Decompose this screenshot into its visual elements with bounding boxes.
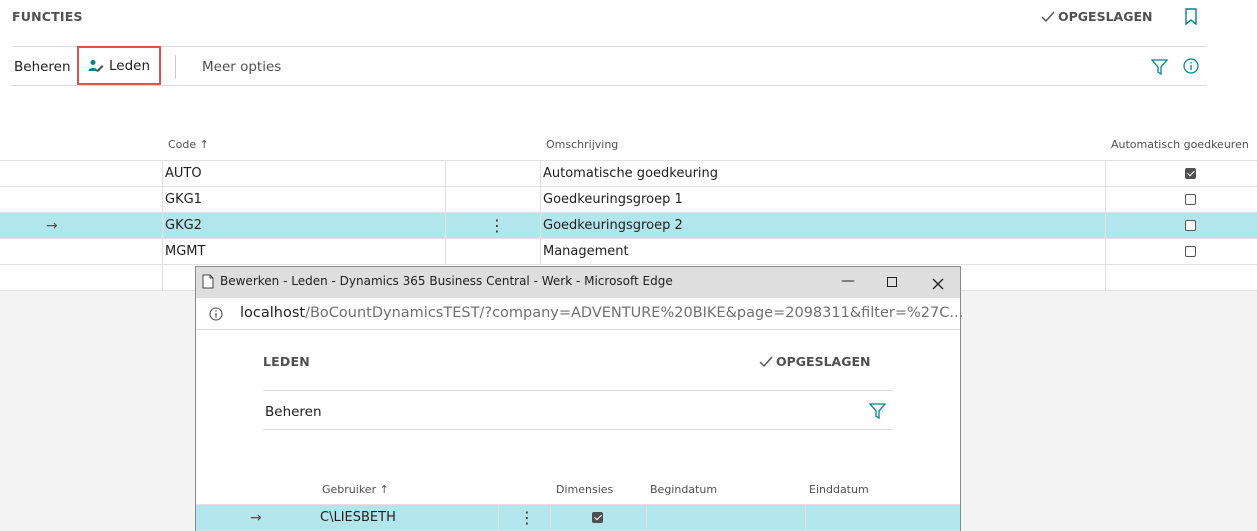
description-cell[interactable]: Management bbox=[543, 239, 629, 265]
table-row[interactable]: AUTO Automatische goedkeuring bbox=[0, 161, 1257, 187]
people-edit-icon bbox=[88, 59, 104, 72]
sort-ascending-icon: ↑ bbox=[199, 138, 209, 151]
column-header-start-date[interactable]: Begindatum bbox=[650, 483, 717, 496]
filter-icon[interactable] bbox=[1150, 59, 1169, 79]
auto-approve-checkbox[interactable] bbox=[1185, 220, 1196, 231]
description-cell[interactable]: Automatische goedkeuring bbox=[543, 161, 718, 187]
code-cell[interactable]: AUTO bbox=[165, 161, 202, 187]
user-cell[interactable]: C\LIESBETH bbox=[320, 505, 396, 531]
divider bbox=[263, 429, 893, 430]
check-icon bbox=[759, 356, 773, 367]
description-cell[interactable]: Goedkeuringsgroep 1 bbox=[543, 187, 683, 213]
maximize-icon[interactable] bbox=[887, 277, 897, 287]
edit-members-window: Bewerken - Leden - Dynamics 365 Business… bbox=[195, 266, 963, 531]
saved-status-label: OPGESLAGEN bbox=[1058, 9, 1153, 24]
auto-approve-checkbox[interactable] bbox=[1185, 194, 1196, 205]
popup-page-title: LEDEN bbox=[263, 354, 310, 369]
code-cell[interactable]: GKG2 bbox=[165, 213, 202, 239]
column-header-end-date[interactable]: Einddatum bbox=[809, 483, 869, 496]
auto-approve-checkbox[interactable] bbox=[1185, 246, 1196, 257]
url-text[interactable]: localhost/BoCountDynamicsTEST/?company=A… bbox=[240, 305, 963, 321]
table-row[interactable]: MGMT Management bbox=[0, 239, 1257, 265]
members-action-button[interactable]: Leden bbox=[77, 46, 161, 85]
column-header-code[interactable]: Code ↑ bbox=[168, 138, 209, 151]
column-header-user[interactable]: Gebruiker ↑ bbox=[322, 483, 389, 496]
popup-saved-status: OPGESLAGEN bbox=[759, 354, 871, 369]
action-separator bbox=[175, 55, 176, 79]
url-path: /BoCountDynamicsTEST/?company=ADVENTURE%… bbox=[305, 305, 964, 321]
table-row[interactable]: GKG1 Goedkeuringsgroep 1 bbox=[0, 187, 1257, 213]
row-menu-icon[interactable]: ⋮ bbox=[489, 213, 505, 239]
current-row-arrow-icon: → bbox=[46, 218, 58, 234]
manage-action[interactable]: Beheren bbox=[14, 59, 71, 75]
column-header-description[interactable]: Omschrijving bbox=[546, 138, 618, 151]
more-options-action[interactable]: Meer opties bbox=[202, 59, 281, 75]
members-action-label: Leden bbox=[108, 57, 151, 74]
auto-approve-checkbox[interactable] bbox=[1185, 168, 1196, 179]
table-row-selected[interactable]: → GKG2 ⋮ Goedkeuringsgroep 2 bbox=[0, 213, 1257, 239]
sort-ascending-icon: ↑ bbox=[379, 483, 389, 496]
code-cell[interactable]: MGMT bbox=[165, 239, 205, 265]
divider bbox=[12, 85, 1207, 86]
description-cell[interactable]: Goedkeuringsgroep 2 bbox=[543, 213, 683, 239]
row-menu-icon[interactable]: ⋮ bbox=[519, 505, 535, 531]
popup-filter-icon[interactable] bbox=[868, 403, 887, 423]
close-icon[interactable] bbox=[932, 275, 944, 294]
divider bbox=[263, 390, 893, 391]
current-row-arrow-icon: → bbox=[250, 510, 262, 526]
info-icon[interactable] bbox=[1183, 58, 1199, 78]
code-cell[interactable]: GKG1 bbox=[165, 187, 202, 213]
minimize-icon[interactable]: — bbox=[841, 273, 855, 289]
popup-manage-action[interactable]: Beheren bbox=[265, 404, 322, 420]
column-header-user-label: Gebruiker bbox=[322, 483, 377, 496]
divider bbox=[12, 46, 1207, 47]
column-header-dimensions[interactable]: Dimensies bbox=[556, 483, 613, 496]
page-title: FUNCTIES bbox=[12, 9, 83, 24]
window-title: Bewerken - Leden - Dynamics 365 Business… bbox=[220, 274, 673, 288]
page-icon bbox=[202, 274, 214, 293]
member-row-selected[interactable]: → C\LIESBETH ⋮ bbox=[196, 505, 960, 531]
popup-saved-label: OPGESLAGEN bbox=[776, 354, 871, 369]
column-header-auto-approve[interactable]: Automatisch goedkeuren bbox=[1111, 138, 1249, 151]
url-host: localhost bbox=[240, 305, 306, 321]
dimensions-checkbox[interactable] bbox=[592, 512, 603, 523]
site-info-icon[interactable] bbox=[209, 306, 223, 325]
saved-status: OPGESLAGEN bbox=[1041, 9, 1153, 24]
bookmark-icon[interactable] bbox=[1184, 8, 1198, 30]
column-header-code-label: Code bbox=[168, 138, 197, 151]
check-icon bbox=[1041, 11, 1055, 22]
